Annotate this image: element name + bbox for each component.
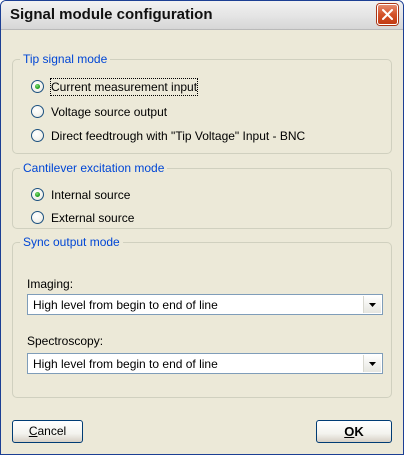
cancel-label: ancel [37,424,67,438]
spectroscopy-select[interactable]: High level from begin to end of line [27,353,383,374]
tip-option-direct-label: Direct feedtrough with "Tip Voltage" Inp… [51,129,306,143]
ok-mnemonic: O [344,424,355,439]
tip-signal-group: Tip signal mode Current measurement inpu… [12,52,392,154]
radio-unselected[interactable] [31,129,44,142]
imaging-label: Imaging: [27,277,74,291]
close-button[interactable] [377,4,398,25]
close-x-icon [382,9,393,20]
tip-option-current-label: Current measurement input [49,78,199,96]
chevron-down-icon [369,362,376,366]
cantilever-option-internal-label: Internal source [51,188,131,202]
sync-legend: Sync output mode [20,235,123,249]
imaging-select-value: High level from begin to end of line [33,298,218,312]
spectroscopy-label: Spectroscopy: [27,334,104,348]
title-bar[interactable]: Signal module configuration [1,1,403,30]
radio-unselected[interactable] [31,105,44,118]
dialog-window: Signal module configuration Tip signal m… [0,0,404,455]
spectroscopy-select-value: High level from begin to end of line [33,357,218,371]
cantilever-legend: Cantilever excitation mode [20,161,168,175]
tip-option-voltage-label: Voltage source output [51,105,168,119]
radio-unselected[interactable] [31,211,44,224]
chevron-down-icon [369,303,376,307]
cantilever-option-external-label: External source [51,211,135,225]
radio-selected[interactable] [31,80,44,93]
ok-label: K [354,424,364,439]
spectroscopy-dropdown-button[interactable] [363,355,381,372]
tip-signal-legend: Tip signal mode [20,52,111,66]
imaging-select[interactable]: High level from begin to end of line [27,294,383,315]
cantilever-group: Cantilever excitation mode Internal sour… [12,161,392,229]
radio-selected[interactable] [31,188,44,201]
imaging-dropdown-button[interactable] [363,296,381,313]
sync-group: Sync output mode Imaging: High level fro… [12,235,392,398]
window-title: Signal module configuration [10,6,213,23]
radio-dot [35,84,40,89]
cancel-button[interactable]: Cancel [12,420,83,443]
radio-dot [35,192,40,197]
ok-button[interactable]: OK [316,420,392,443]
